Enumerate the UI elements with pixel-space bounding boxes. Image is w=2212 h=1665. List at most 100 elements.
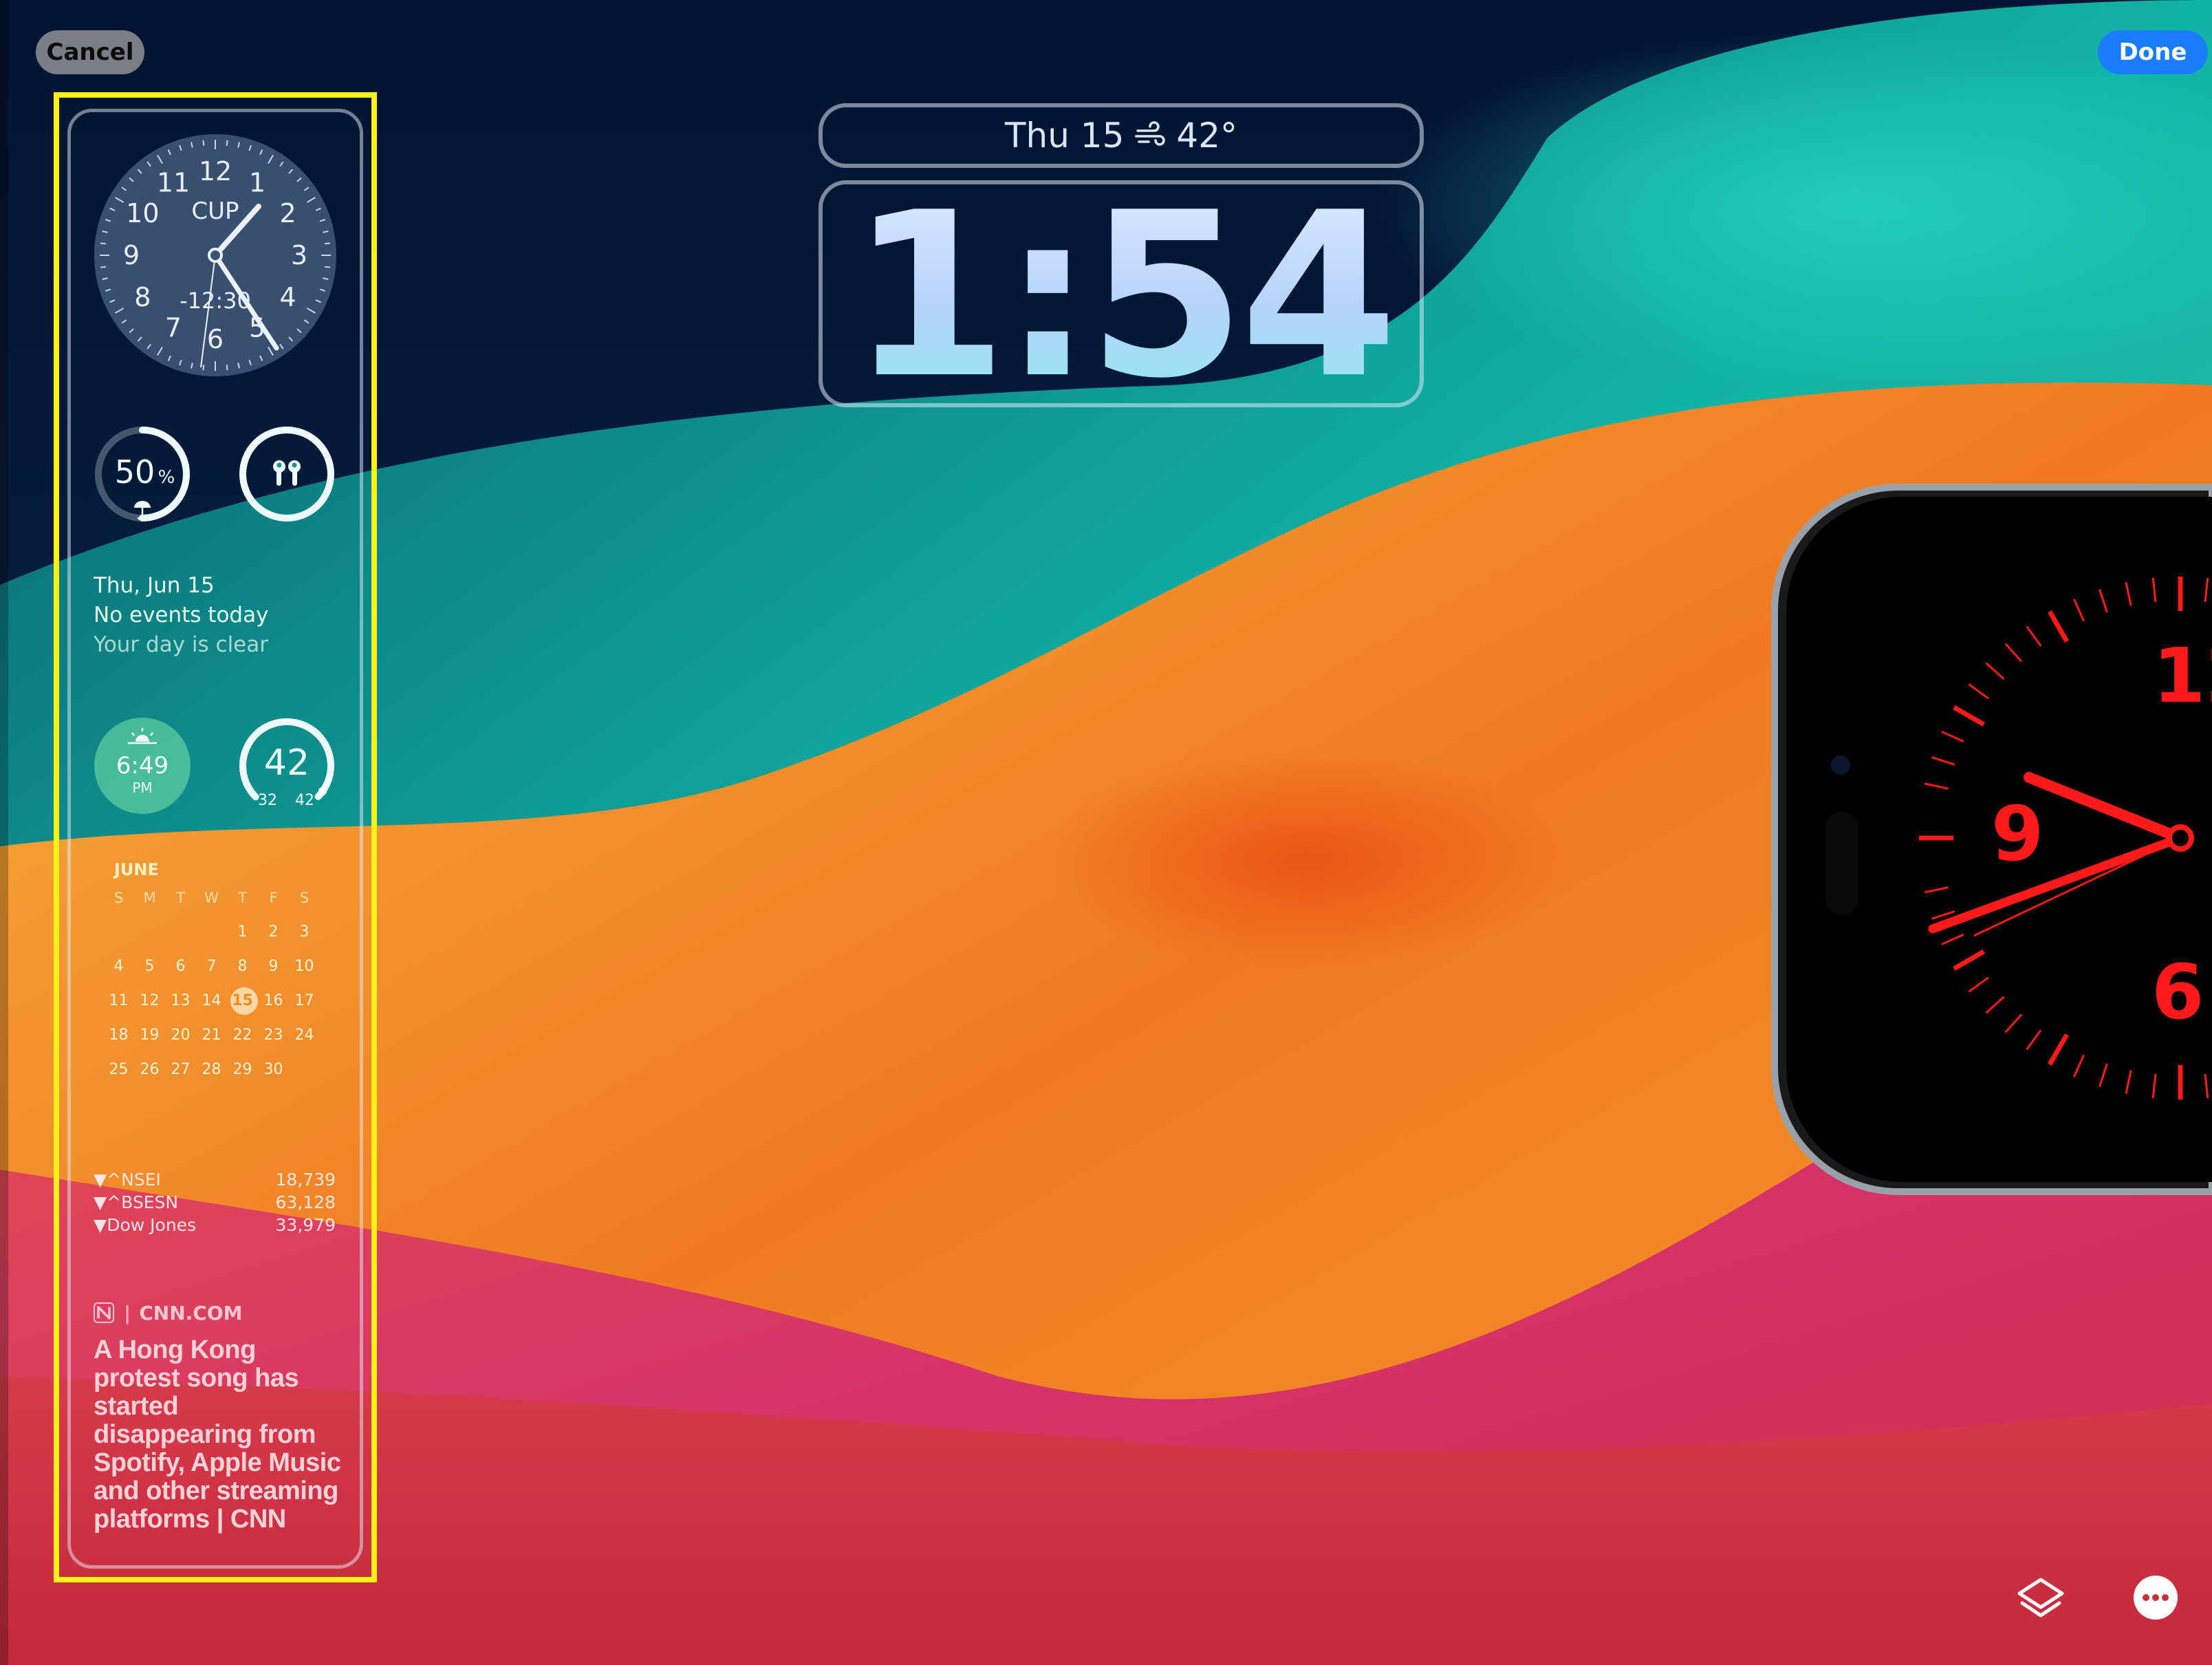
calendar-day: 8 — [237, 958, 248, 975]
calendar-day: 19 — [140, 1027, 160, 1044]
clock-number: 2 — [280, 198, 296, 228]
calendar-day: 21 — [202, 1027, 221, 1044]
calendar-day: 22 — [232, 1027, 252, 1044]
clock-number: 12 — [199, 156, 232, 186]
clock-tick — [226, 365, 228, 371]
weekday-label: W — [204, 890, 219, 906]
battery-percent: 50 — [115, 453, 155, 491]
temperature-high: 42 — [295, 792, 314, 809]
sunset-time: 6:49 — [116, 752, 169, 780]
watch-number-12: 12 — [2153, 632, 2212, 720]
calendar-day: 7 — [206, 958, 217, 975]
calendar-day: 2 — [268, 923, 279, 941]
calendar-day: 4 — [113, 958, 124, 975]
airpods-level-arc — [239, 427, 334, 522]
clock-number: 7 — [165, 313, 182, 343]
apple-news-icon — [94, 1302, 114, 1323]
temperature-label: 42° — [1176, 116, 1238, 155]
stock-symbol-group: ▼^NSEI — [94, 1168, 161, 1191]
calendar-day: 12 — [140, 992, 160, 1009]
calendar-day: 6 — [175, 958, 186, 975]
month-name: JUNE — [114, 860, 159, 879]
calendar-day: 29 — [232, 1061, 252, 1078]
calendar-blank — [103, 915, 134, 949]
clock-number: 3 — [291, 240, 307, 270]
clock-center — [208, 248, 223, 263]
watch-number-9: 9 — [1991, 790, 2044, 878]
stock-down-arrow-icon: ▼ — [94, 1170, 107, 1190]
date-weather-widget[interactable]: Thu 15 42° — [818, 103, 1424, 168]
calendar-day: 1 — [237, 923, 248, 941]
layers-icon[interactable] — [2015, 1574, 2066, 1625]
temperature-current: 42 — [264, 742, 310, 784]
airpods-battery-widget[interactable] — [237, 424, 337, 524]
news-separator: | — [124, 1301, 131, 1324]
stock-row: ▼^BSESN 63,128 — [94, 1191, 336, 1214]
weekday-header: SMTWTFS — [103, 881, 330, 915]
lock-screen-clock[interactable]: 1:54 — [818, 180, 1424, 409]
clock-tick — [325, 242, 331, 245]
month-calendar-widget[interactable]: JUNE SMTWTFS 1 2 3 4 5 6 7 8 9 10 11 12 13 14 15 16 17 18… — [103, 860, 330, 1087]
wind-icon — [1135, 121, 1166, 146]
weekday-label: T — [176, 890, 185, 906]
calendar-day: 24 — [294, 1027, 314, 1044]
clock-tick — [100, 266, 106, 268]
calendar-day: 10 — [294, 958, 314, 975]
world-clock-widget[interactable]: 12 1234567891011 CUP -12:30 — [94, 133, 337, 377]
calendar-day: 25 — [109, 1061, 129, 1078]
sunset-widget[interactable]: 6:49 PM — [92, 716, 193, 816]
clock-number: 1 — [249, 167, 265, 197]
battery-widget[interactable]: 50 % — [92, 424, 193, 524]
clock-number: 6 — [207, 324, 224, 354]
news-source: | CNN.COM — [94, 1299, 341, 1326]
weekday-label: S — [299, 890, 310, 906]
weekday-label: F — [269, 890, 278, 906]
clock-number: 4 — [280, 282, 296, 312]
calendar-blank — [134, 915, 165, 949]
clock-tick — [100, 242, 106, 245]
more-icon[interactable] — [2132, 1574, 2179, 1621]
camera-dot — [1831, 755, 1850, 775]
calendar-day: 23 — [263, 1027, 283, 1044]
sunset-period: PM — [132, 780, 152, 796]
temperature-indicator-dot — [318, 787, 327, 795]
watch-center — [2167, 824, 2194, 852]
stock-value: 18,739 — [275, 1170, 336, 1190]
calendar-date: Thu, Jun 15 — [94, 573, 215, 598]
news-source-name: CNN.COM — [139, 1301, 243, 1324]
calendar-day: 14 — [202, 992, 221, 1009]
stock-symbol-group: ▼Dow Jones — [94, 1214, 196, 1236]
calendar-summary-widget[interactable]: Thu, Jun 15 No events today Your day is … — [94, 571, 355, 660]
calendar-day: 26 — [140, 1061, 160, 1078]
airpods-icon — [273, 460, 301, 486]
clock-tick — [325, 266, 331, 268]
clock-tick — [202, 365, 205, 371]
stock-row: ▼Dow Jones 33,979 — [94, 1214, 336, 1236]
calendar-day: 5 — [144, 958, 155, 975]
calendar-day: 20 — [171, 1027, 191, 1044]
calendar-day: 11 — [109, 992, 129, 1009]
watch-number-6: 6 — [2151, 948, 2204, 1036]
news-widget[interactable]: | CNN.COM A Hong Kong protest song has s… — [94, 1299, 341, 1534]
calendar-day-today: 15 — [227, 984, 258, 1018]
stock-symbol: ^BSESN — [107, 1192, 179, 1212]
clock-number: 10 — [126, 198, 159, 228]
stock-symbol: Dow Jones — [107, 1215, 197, 1235]
stocks-widget[interactable]: ▼^NSEI 18,739 ▼^BSESN 63,128 ▼Dow Jones 33,97… — [94, 1168, 336, 1236]
standby-watch-preview[interactable]: 12 9 6 — [1761, 482, 2212, 1197]
calendar-blank — [196, 915, 227, 949]
clock-tick — [202, 140, 205, 146]
stock-row: ▼^NSEI 18,739 — [94, 1168, 336, 1191]
done-button[interactable]: Done — [2098, 30, 2208, 74]
battery-percent-sign: % — [158, 467, 175, 488]
calendar-blank — [165, 915, 196, 949]
calendar-day: 9 — [268, 958, 279, 975]
cancel-button[interactable]: Cancel — [36, 30, 144, 74]
temperature-gauge-widget[interactable]: 42 32 42 — [237, 716, 337, 816]
temperature-low: 32 — [258, 792, 277, 809]
calendar-day: 18 — [109, 1027, 129, 1044]
clock-number: 8 — [134, 282, 151, 312]
calendar-day: 27 — [171, 1061, 191, 1078]
clock-number: 11 — [157, 167, 190, 197]
calendar-day: 30 — [263, 1061, 283, 1078]
